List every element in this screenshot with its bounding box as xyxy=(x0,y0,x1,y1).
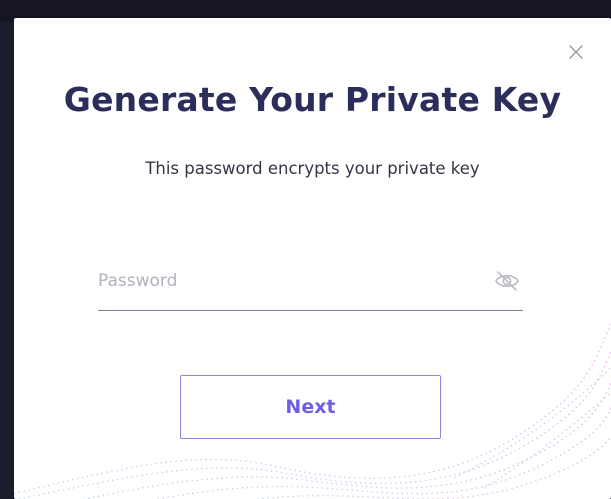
generate-key-dialog: Generate Your Private Key This password … xyxy=(14,18,611,499)
dialog-title: Generate Your Private Key xyxy=(63,80,562,119)
dialog-subtitle: This password encrypts your private key xyxy=(145,159,480,178)
close-icon xyxy=(569,45,583,59)
toggle-password-visibility-button[interactable] xyxy=(491,264,523,298)
eye-off-icon xyxy=(495,271,519,291)
close-button[interactable] xyxy=(562,38,590,66)
next-button[interactable]: Next xyxy=(180,375,441,439)
password-field xyxy=(98,258,523,311)
password-input[interactable] xyxy=(98,264,478,298)
